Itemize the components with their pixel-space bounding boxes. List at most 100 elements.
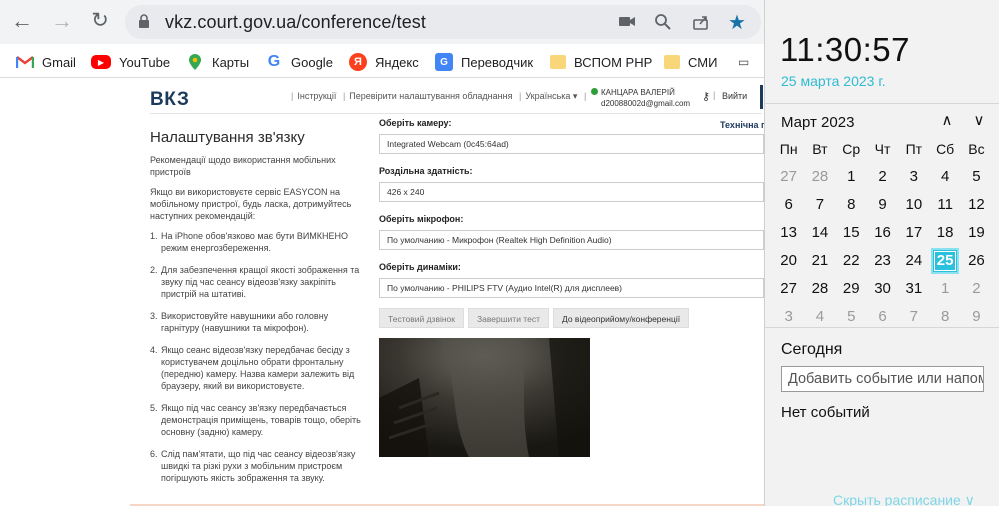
calendar-day[interactable]: 15 [836, 219, 867, 247]
clock-date[interactable]: 25 марта 2023 г. [781, 73, 886, 89]
calendar-day-today[interactable]: 25 [929, 247, 960, 275]
nav-language[interactable]: Українська ▾ [525, 91, 577, 101]
bookmark-yandex[interactable]: Я Яндекс [349, 52, 419, 72]
calendar-day[interactable]: 21 [804, 247, 835, 275]
list-item: 5. Якщо під час сеансу зв'язку передбачає… [150, 403, 361, 437]
nav-check-equipment[interactable]: Перевірити налаштування обладнання [349, 91, 512, 101]
calendar-day[interactable]: 26 [961, 247, 992, 275]
list-item: 6. Слід пам'ятати, що під час сеансу віде… [150, 449, 356, 483]
speakers-select[interactable]: По умолчанию - PHILIPS FTV (Аудио Intel(… [379, 278, 764, 298]
calendar-day[interactable]: 11 [929, 191, 960, 219]
bookmark-youtube[interactable]: ▶ YouTube [91, 52, 170, 72]
topnav: | Інструкції | Перевірити налаштування обл… [291, 91, 587, 101]
calendar-day[interactable]: 23 [867, 247, 898, 275]
calendar-day[interactable]: 1 [836, 163, 867, 191]
camera-icon[interactable] [617, 13, 637, 33]
calendar-day[interactable]: 2 [961, 275, 992, 303]
calendar-day[interactable]: 6 [773, 191, 804, 219]
calendar-day[interactable]: 19 [961, 219, 992, 247]
recommendations-list: 1. На iPhone обов'язково має бути ВИМКНЕН… [150, 230, 365, 484]
lock-icon [139, 14, 149, 28]
calendar-day[interactable]: 14 [804, 219, 835, 247]
calendar-day[interactable]: 3 [898, 163, 929, 191]
url-text: vkz.court.gov.ua/conference/test [165, 12, 427, 32]
bookmark-gmail[interactable]: Gmail [16, 52, 76, 72]
add-event-input[interactable]: Добавить событие или напом [781, 366, 984, 392]
today-label: Сегодня [781, 341, 843, 358]
calendar-day[interactable]: 16 [867, 219, 898, 247]
calendar-day[interactable]: 20 [773, 247, 804, 275]
youtube-icon: ▶ [91, 55, 111, 69]
bookmark-maps[interactable]: Карты [186, 52, 249, 72]
calendar-day[interactable]: 12 [961, 191, 992, 219]
list-item: 2. Для забезпечення кращої якості зображе… [150, 265, 360, 299]
calendar-day[interactable]: 29 [836, 275, 867, 303]
calendar-day[interactable]: 17 [898, 219, 929, 247]
list-item: 4. Якщо сеанс відеозв'язку передбачає бес… [150, 345, 355, 391]
calendar-day[interactable]: 4 [929, 163, 960, 191]
calendar-day[interactable]: 10 [898, 191, 929, 219]
reload-icon[interactable]: ↻ [88, 10, 112, 34]
online-status-icon [591, 88, 598, 95]
bookmark-folder-smi[interactable]: СМИ [664, 52, 717, 72]
calendar-day[interactable]: 30 [867, 275, 898, 303]
forward-arrow-icon[interactable]: → [50, 10, 74, 34]
chevron-down-icon[interactable]: ∨ [969, 111, 989, 129]
site-logo[interactable]: ВКЗ [150, 89, 189, 111]
weekday-header: Чт [874, 141, 891, 157]
webcam-frame [379, 338, 590, 457]
bookmark-more-icon[interactable]: ▭ [738, 52, 749, 72]
calendar-day[interactable]: 28 [804, 275, 835, 303]
device-settings-form: Оберіть камеру: Integrated Webcam (0c45:… [379, 118, 764, 457]
key-icon[interactable]: ⚷ [702, 90, 710, 103]
folder-icon [550, 55, 566, 69]
calendar-day[interactable]: 22 [836, 247, 867, 275]
calendar-day[interactable]: 9 [867, 191, 898, 219]
calendar-day[interactable]: 5 [961, 163, 992, 191]
calendar-day[interactable]: 1 [929, 275, 960, 303]
weekday-header: Сб [936, 141, 955, 157]
speakers-label: Оберіть динаміки: [379, 262, 461, 272]
resolution-select[interactable]: 426 x 240 [379, 182, 764, 202]
calendar-day[interactable]: 13 [773, 219, 804, 247]
yandex-icon: Я [349, 53, 367, 71]
calendar-day[interactable]: 8 [836, 191, 867, 219]
nav-instructions[interactable]: Інструкції [297, 91, 336, 101]
folder-icon [664, 55, 680, 69]
calendar-grid: Пн Вт Ср Чт Пт Сб Вс 27 28 1 2 3 4 5 6 7 8 9 10 11 12 13 14 15 1… [773, 135, 997, 331]
bookmark-google[interactable]: G Google [265, 52, 333, 72]
calendar-day[interactable]: 28 [804, 163, 835, 191]
clock-calendar-panel: 11:30:57 25 марта 2023 г. Март 2023 ∧ ∨ … [764, 0, 999, 506]
share-icon[interactable] [691, 13, 711, 33]
exit-link[interactable]: Вийти [722, 91, 747, 101]
microphone-select[interactable]: По умолчанию - Микрофон (Realtek High De… [379, 230, 764, 250]
test-call-button[interactable]: Тестовий дзвінок [379, 308, 464, 328]
bookmark-star-icon[interactable]: ★ [727, 13, 747, 33]
zoom-icon[interactable] [653, 13, 673, 33]
page-title: Налаштування зв'язку [150, 129, 305, 146]
weekday-header: Ср [842, 141, 861, 157]
user-email: d20088002d@gmail.com [601, 99, 691, 108]
calendar-month[interactable]: Март 2023 [781, 114, 854, 131]
calendar-day[interactable]: 2 [867, 163, 898, 191]
bookmark-folder-vspom[interactable]: ВСПОМ РНР [550, 52, 652, 72]
finish-test-button[interactable]: Завершити тест [468, 308, 549, 328]
calendar-day[interactable]: 27 [773, 163, 804, 191]
weekday-header: Вт [812, 141, 828, 157]
go-to-conference-button[interactable]: До відеоприйому/конференції [552, 308, 690, 328]
bookmark-translate[interactable]: G Переводчик [435, 52, 533, 72]
calendar-day[interactable]: 7 [804, 191, 835, 219]
header-divider [150, 113, 762, 114]
camera-select[interactable]: Integrated Webcam (0c45:64ad) [379, 134, 764, 154]
address-bar[interactable]: vkz.court.gov.ua/conference/test ★ [125, 5, 761, 39]
back-arrow-icon[interactable]: ← [10, 10, 34, 34]
calendar-day[interactable]: 31 [898, 275, 929, 303]
calendar-day[interactable]: 27 [773, 275, 804, 303]
hide-schedule-link[interactable]: Скрыть расписание ∨ [833, 492, 975, 506]
user-info[interactable]: КАНЦАРА ВАЛЕРІЙ d20088002d@gmail.com [591, 87, 690, 109]
chevron-up-icon[interactable]: ∧ [937, 111, 957, 129]
calendar-day[interactable]: 18 [929, 219, 960, 247]
calendar-day[interactable]: 24 [898, 247, 929, 275]
divider [765, 327, 999, 328]
gmail-icon [16, 53, 34, 71]
